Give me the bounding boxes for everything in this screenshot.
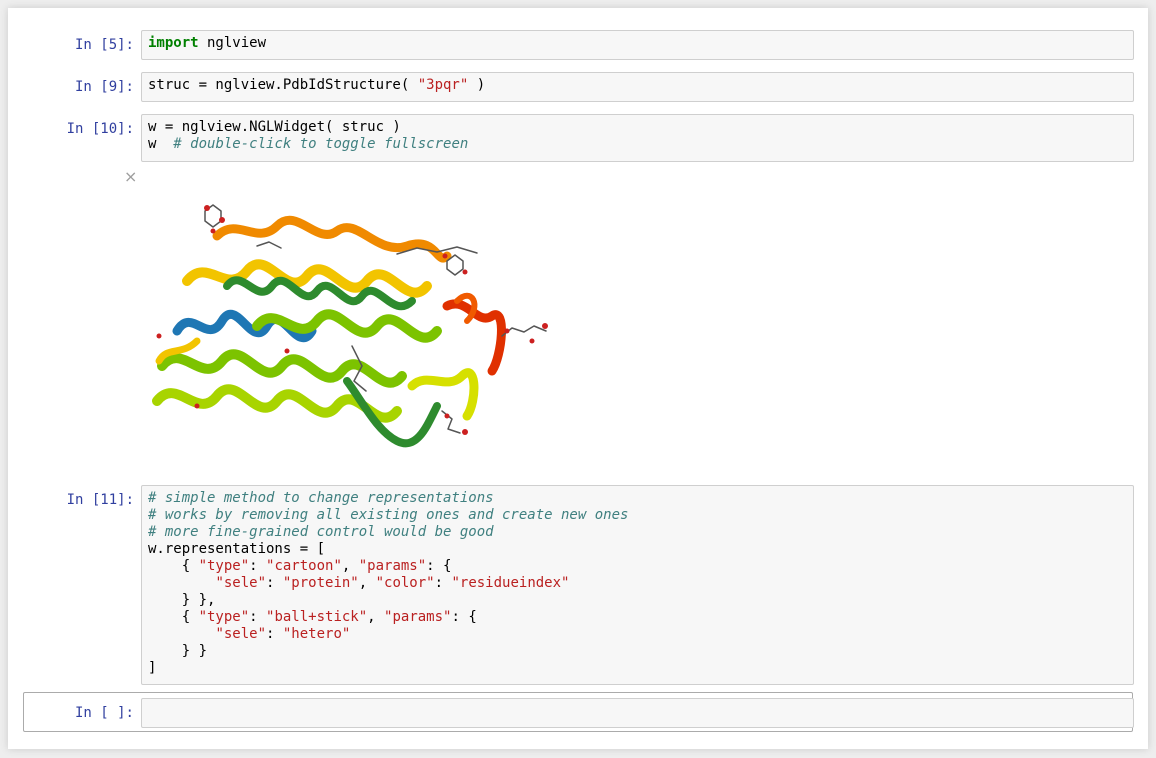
code-editor[interactable]: import nglview	[141, 30, 1134, 60]
code-token: import	[148, 35, 199, 51]
code-token: w.representations = [	[148, 541, 326, 557]
code-cell-11[interactable]: In [11]: # simple method to change repre…	[24, 485, 1134, 685]
empty-code-cell[interactable]: In [ ]:	[24, 698, 1134, 728]
code-cell-5[interactable]: In [5]: import nglview	[24, 30, 1134, 60]
code-token: {	[148, 609, 199, 625]
code-token: "residueindex"	[451, 575, 570, 591]
code-token: } }	[148, 643, 208, 659]
code-token: nglview	[198, 35, 267, 51]
ngl-widget-viewer[interactable]	[147, 186, 557, 456]
code-token: "3pqr"	[417, 77, 469, 93]
code-token: "color"	[375, 575, 435, 591]
close-output-icon[interactable]: ×	[124, 169, 137, 185]
code-editor-empty[interactable]	[141, 698, 1134, 728]
code-editor[interactable]: w = nglview.NGLWidget( struc ) w # doubl…	[141, 114, 1134, 162]
code-editor[interactable]: struc = nglview.PdbIdStructure( "3pqr" )	[141, 72, 1134, 102]
code-token: ,	[358, 575, 376, 591]
code-editor[interactable]: # simple method to change representation…	[141, 485, 1134, 685]
cell-prompt: In [11]:	[66, 492, 134, 508]
code-token: # double-click to toggle fullscreen	[173, 136, 469, 152]
code-token: :	[249, 609, 267, 625]
code-token: w	[148, 136, 174, 152]
code-token: "type"	[198, 609, 250, 625]
code-token: )	[468, 77, 486, 93]
code-token: :	[266, 626, 283, 642]
code-text: import nglview	[148, 35, 1127, 52]
code-token: {	[148, 558, 199, 574]
code-token: :	[434, 575, 452, 591]
code-token: "params"	[358, 558, 427, 574]
code-token: "protein"	[282, 575, 359, 591]
code-token: "type"	[198, 558, 250, 574]
code-token: "sele"	[215, 626, 267, 642]
protein-ribbon-icon	[152, 204, 548, 448]
code-token: "ball+stick"	[266, 609, 368, 625]
code-token: :	[266, 575, 283, 591]
code-token: ]	[148, 660, 157, 676]
cell-prompt: In [10]:	[66, 121, 134, 137]
code-token: "hetero"	[282, 626, 351, 642]
code-token: "params"	[384, 609, 452, 625]
notebook-page: In [5]: import nglview In [9]: struc = n…	[8, 8, 1148, 749]
code-text: w = nglview.NGLWidget( struc ) w # doubl…	[148, 119, 1127, 153]
cell-prompt: In [9]:	[74, 79, 134, 95]
code-token: # more fine-grained control would be goo…	[148, 524, 494, 540]
cell-prompt: In [5]:	[74, 37, 134, 53]
code-token: w = nglview.NGLWidget( struc )	[148, 119, 401, 135]
code-token: "cartoon"	[266, 558, 342, 574]
code-token: : {	[451, 609, 477, 625]
code-token: struc = nglview.PdbIdStructure(	[148, 77, 418, 93]
code-cell-9[interactable]: In [9]: struc = nglview.PdbIdStructure( …	[24, 72, 1134, 102]
cell-prompt: In [ ]:	[74, 705, 134, 721]
code-text: struc = nglview.PdbIdStructure( "3pqr" )	[148, 77, 1127, 94]
code-token: ,	[341, 558, 359, 574]
code-text: # simple method to change representation…	[148, 490, 1127, 677]
code-token: # works by removing all existing ones an…	[148, 507, 629, 523]
code-token: } },	[148, 592, 216, 608]
code-token: : {	[426, 558, 452, 574]
code-token: ,	[367, 609, 385, 625]
code-token: "sele"	[215, 575, 267, 591]
code-token: :	[249, 558, 267, 574]
code-token: # simple method to change representation…	[148, 490, 494, 506]
